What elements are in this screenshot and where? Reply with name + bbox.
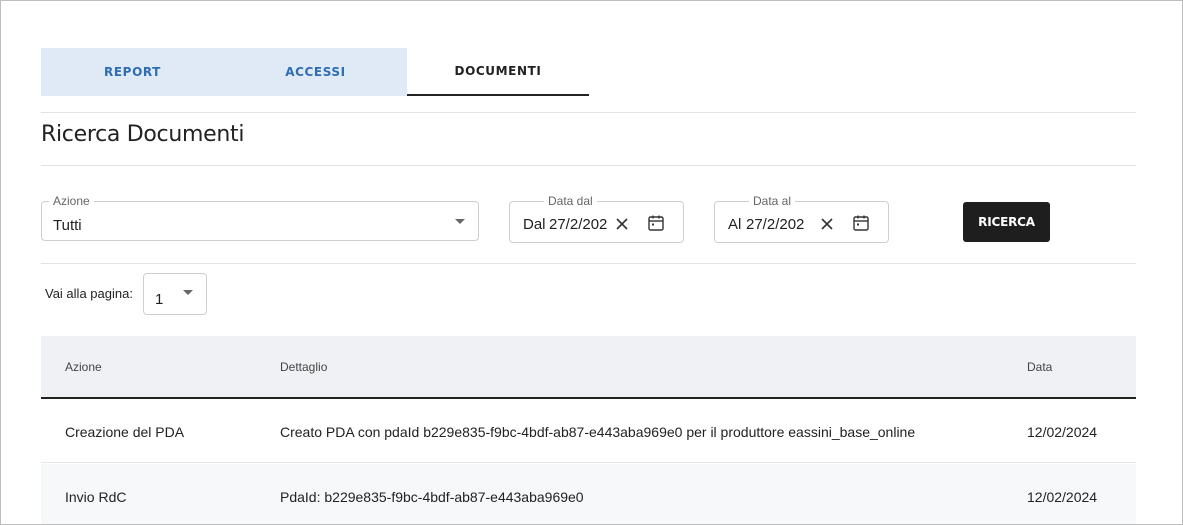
tab-report[interactable]: REPORT <box>41 48 224 96</box>
caret-down-icon <box>455 219 465 224</box>
tab-accessi[interactable]: ACCESSI <box>224 48 407 96</box>
data-dal-prefix: Dal <box>523 216 546 233</box>
table-row[interactable]: Creazione del PDA Creato PDA con pdaId b… <box>41 399 1136 463</box>
clear-icon[interactable] <box>820 217 834 231</box>
cell-data: 12/02/2024 <box>1027 424 1098 440</box>
table-header: Azione Dettaglio Data <box>41 336 1136 399</box>
tab-documenti[interactable]: DOCUMENTI <box>407 48 589 96</box>
data-dal-input[interactable]: 27/2/2024 <box>549 216 607 233</box>
cell-data: 12/02/2024 <box>1027 489 1098 505</box>
column-header-azione[interactable]: Azione <box>65 360 102 374</box>
azione-value: Tutti <box>53 217 82 234</box>
calendar-icon[interactable] <box>647 214 665 232</box>
page-select[interactable]: 1 <box>143 273 207 315</box>
cell-azione: Invio RdC <box>65 489 127 505</box>
divider <box>41 165 1136 166</box>
azione-label: Azione <box>49 194 94 208</box>
data-al-label: Data al <box>749 194 796 208</box>
cell-dettaglio: PdaId: b229e835-f9bc-4bdf-ab87-e443aba96… <box>280 489 584 505</box>
data-dal-label: Data dal <box>544 194 597 208</box>
data-dal-field[interactable]: Data dal Dal 27/2/2024 <box>509 194 684 243</box>
clear-icon[interactable] <box>615 217 629 231</box>
data-al-field[interactable]: Data al Al 27/2/2024 <box>714 194 889 243</box>
page-title: Ricerca Documenti <box>41 122 245 147</box>
azione-select[interactable]: Azione Tutti <box>41 194 479 241</box>
divider <box>41 263 1136 264</box>
page-jump-label: Vai alla pagina: <box>45 286 133 301</box>
table-row[interactable]: Invio RdC PdaId: b229e835-f9bc-4bdf-ab87… <box>41 464 1136 524</box>
divider <box>41 112 1136 113</box>
caret-down-icon <box>183 290 193 295</box>
cell-dettaglio: Creato PDA con pdaId b229e835-f9bc-4bdf-… <box>280 424 916 440</box>
ricerca-button[interactable]: RICERCA <box>963 202 1050 242</box>
data-al-input[interactable]: 27/2/2024 <box>746 216 804 233</box>
page-select-value: 1 <box>155 291 164 308</box>
data-al-prefix: Al <box>728 216 742 233</box>
cell-azione: Creazione del PDA <box>65 424 185 440</box>
calendar-icon[interactable] <box>852 214 870 232</box>
app-window: REPORT ACCESSI DOCUMENTI Ricerca Documen… <box>0 0 1183 525</box>
column-header-dettaglio[interactable]: Dettaglio <box>280 360 327 374</box>
column-header-data[interactable]: Data <box>1027 360 1052 374</box>
tab-bar: REPORT ACCESSI DOCUMENTI <box>41 48 589 96</box>
